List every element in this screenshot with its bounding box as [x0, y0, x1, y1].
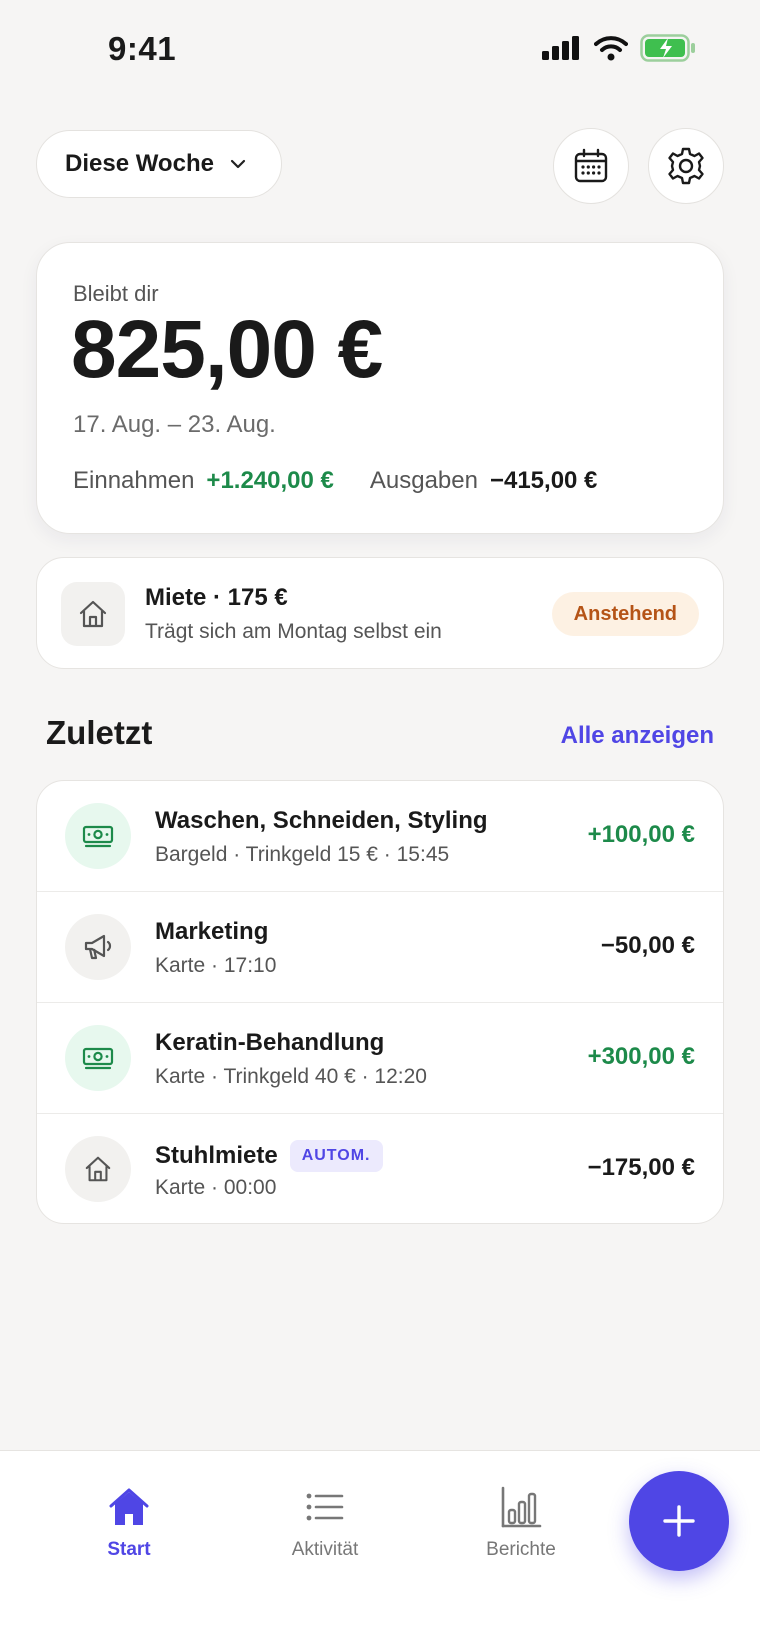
tab-start[interactable]: Start [59, 1485, 199, 1561]
tab-reports[interactable]: Berichte [451, 1485, 591, 1561]
status-icons [542, 34, 696, 62]
home-icon [109, 1488, 149, 1525]
transaction-title: Stuhlmiete AUTOM. [155, 1140, 383, 1172]
plus-icon [663, 1505, 695, 1537]
add-transaction-button[interactable] [629, 1471, 729, 1571]
tab-label: Aktivität [291, 1539, 359, 1560]
transaction-subtitle: Karte · 00:00 [155, 1176, 277, 1199]
status-badge: Anstehend [551, 592, 699, 636]
tab-label: Berichte [486, 1539, 556, 1560]
list-item[interactable]: Keratin-Behandlung Karte · Trinkgeld 40 … [37, 1003, 723, 1114]
status-time: 9:41 [108, 30, 177, 67]
transaction-amount: −175,00 € [587, 1154, 695, 1181]
transaction-title: Marketing [155, 918, 269, 945]
totals-row: Einnahmen +1.240,00 € Ausgaben −415,00 € [73, 467, 597, 495]
list-item[interactable]: Marketing Karte · 17:10 −50,00 € [37, 892, 723, 1003]
transaction-amount: −50,00 € [600, 932, 695, 959]
pending-payment-card[interactable]: Miete · 175 € Trägt sich am Montag selbs… [36, 557, 724, 669]
house-icon [61, 582, 125, 646]
transaction-subtitle: Karte · Trinkgeld 40 € · 12:20 [155, 1065, 427, 1088]
income-value: +1.240,00 € [206, 467, 334, 494]
balance-amount: 825,00 € [71, 304, 383, 395]
pending-subtitle: Trägt sich am Montag selbst ein [145, 620, 442, 643]
section-title-recent: Zuletzt [46, 714, 153, 751]
period-label: Diese Woche [65, 150, 214, 177]
auto-badge: AUTOM. [289, 1140, 383, 1172]
list-item[interactable]: Stuhlmiete AUTOM. Karte · 00:00 −175,00 … [37, 1114, 723, 1223]
date-range: 17. Aug. – 23. Aug. [73, 411, 276, 438]
calendar-button[interactable] [553, 128, 629, 204]
house-icon [65, 1136, 131, 1202]
cash-icon [65, 803, 131, 869]
tab-label: Start [107, 1539, 151, 1560]
gear-icon [668, 147, 704, 185]
transaction-subtitle: Karte · 17:10 [155, 954, 277, 977]
chevron-down-icon [230, 159, 246, 169]
transaction-subtitle: Bargeld · Trinkgeld 15 € · 15:45 [155, 843, 450, 866]
list-item[interactable]: Waschen, Schneiden, Styling Bargeld · Tr… [37, 781, 723, 892]
list-icon [306, 1493, 344, 1521]
transaction-title: Keratin-Behandlung [155, 1029, 385, 1056]
calendar-icon [574, 148, 608, 183]
income-label: Einnahmen [73, 467, 195, 494]
transaction-amount: +300,00 € [587, 1043, 695, 1070]
balance-summary-card: Bleibt dir 825,00 € 17. Aug. – 23. Aug. … [36, 242, 724, 534]
transaction-amount: +100,00 € [587, 821, 695, 848]
pending-title: Miete · 175 € [145, 584, 288, 611]
transaction-list: Waschen, Schneiden, Styling Bargeld · Tr… [36, 780, 724, 1224]
megaphone-icon [65, 914, 131, 980]
expense-label: Ausgaben [369, 467, 478, 494]
tab-bar: Start Aktivität Berichte [0, 1450, 760, 1647]
bar-chart-icon [501, 1486, 542, 1528]
period-selector[interactable]: Diese Woche [36, 130, 282, 198]
status-bar: 9:41 [0, 0, 760, 100]
show-all-link[interactable]: Alle anzeigen [561, 722, 714, 750]
transaction-title: Waschen, Schneiden, Styling [155, 807, 488, 834]
tab-activity[interactable]: Aktivität [255, 1485, 395, 1561]
battery-icon [640, 34, 695, 62]
wifi-icon [594, 36, 628, 61]
settings-button[interactable] [648, 128, 724, 204]
signal-icon [542, 36, 579, 60]
cash-icon [65, 1025, 131, 1091]
expense-value: −415,00 € [489, 467, 598, 494]
top-row: Diese Woche [36, 128, 724, 204]
